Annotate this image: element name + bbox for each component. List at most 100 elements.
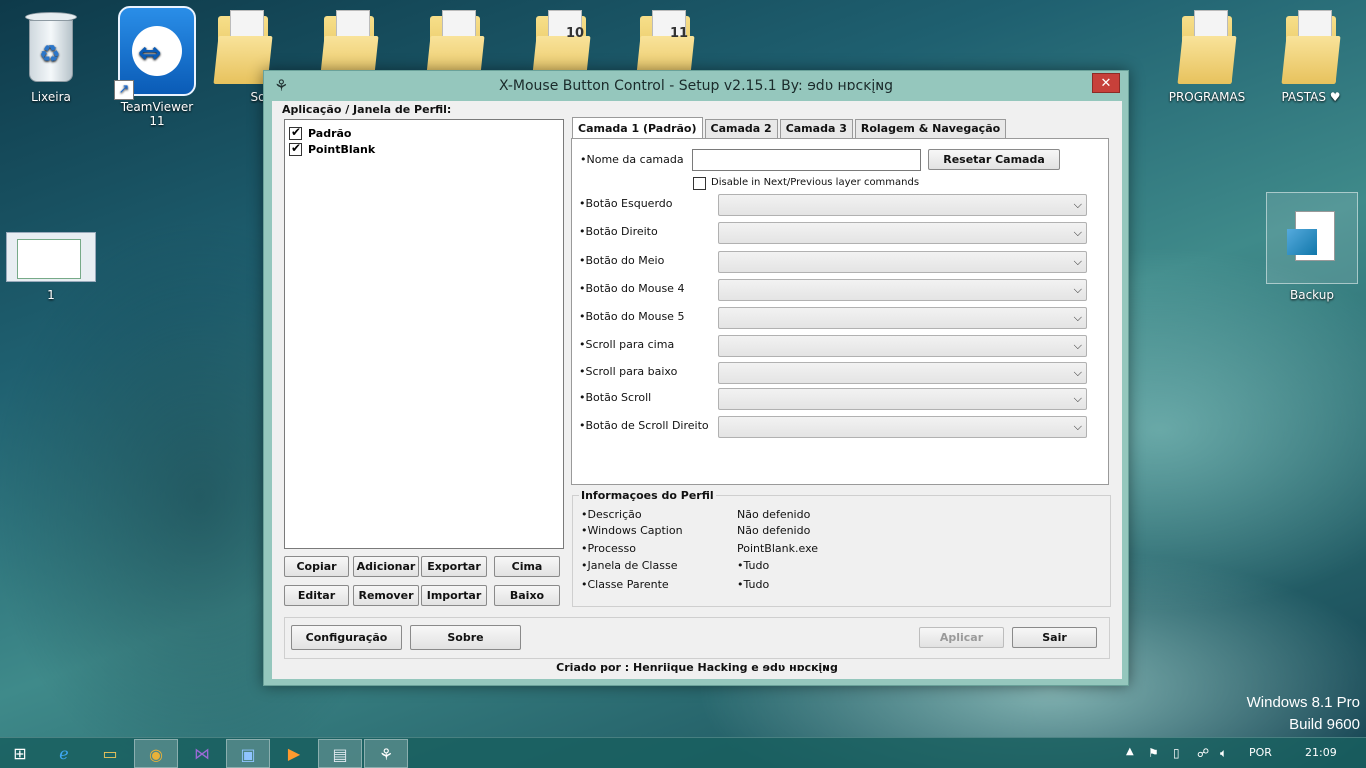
desktop-icon-thumbnail[interactable]: 1 — [6, 232, 96, 302]
chevron-down-icon: ⌵ — [1073, 283, 1082, 296]
select-scroll-up[interactable]: ⌵ — [718, 335, 1087, 357]
bottom-button-bar: Configuração Sobre Aplicar Sair — [284, 617, 1110, 659]
info-value-process: PointBlank.exe — [737, 542, 819, 555]
label-scroll-button: •Botão Scroll — [579, 391, 652, 404]
chevron-down-icon: ⌵ — [1073, 226, 1082, 239]
profile-checkbox-pointblank[interactable] — [289, 141, 302, 156]
xmouse-window: ⚘ X-Mouse Button Control - Setup v2.15.1… — [263, 70, 1129, 686]
taskbar-vb-app[interactable]: ▣ — [226, 739, 270, 768]
import-button[interactable]: Importar — [421, 585, 487, 606]
desktop-icon-pastas[interactable]: PASTAS ♥ — [1266, 6, 1356, 104]
list-item[interactable]: Padrão — [285, 125, 563, 141]
info-label-window-class: •Janela de Classe — [581, 559, 678, 572]
add-button[interactable]: Adicionar — [353, 556, 419, 577]
select-scroll-right-button[interactable]: ⌵ — [718, 416, 1087, 438]
window-client: Aplicação / Janela de Perfil: Padrão Poi… — [272, 101, 1122, 679]
info-label-parent-class: •Classe Parente — [581, 578, 669, 591]
layer-panel: •Nome da camada Resetar Camada Disable i… — [571, 138, 1109, 485]
taskbar-media-player[interactable]: ▶ — [272, 739, 316, 768]
tab-camada-1[interactable]: Camada 1 (Padrão) — [572, 117, 703, 138]
settings-button[interactable]: Configuração — [291, 625, 402, 650]
profile-label: PointBlank — [308, 142, 376, 156]
label-left-button: •Botão Esquerdo — [579, 197, 673, 210]
chrome-icon: ◉ — [149, 745, 163, 764]
profile-info-box: Informaçoes do Perfil •Descrição Não def… — [572, 489, 1111, 607]
info-value-window-class: •Tudo — [737, 559, 770, 572]
tab-camada-3[interactable]: Camada 3 — [779, 119, 853, 138]
move-down-button[interactable]: Baixo — [494, 585, 560, 606]
taskbar-chrome[interactable]: ◉ — [134, 739, 178, 768]
select-left-button[interactable]: ⌵ — [718, 194, 1087, 216]
exit-button[interactable]: Sair — [1012, 627, 1097, 648]
info-value-caption: Não defenido — [737, 524, 811, 537]
profile-list[interactable]: Padrão PointBlank — [284, 119, 564, 549]
select-mouse4-button[interactable]: ⌵ — [718, 279, 1087, 301]
label-scroll-down: •Scroll para baixo — [579, 365, 678, 378]
select-middle-button[interactable]: ⌵ — [718, 251, 1087, 273]
close-button[interactable]: ✕ — [1092, 73, 1120, 93]
layer-name-label: •Nome da camada — [580, 153, 684, 166]
chevron-down-icon: ⌵ — [1073, 392, 1082, 405]
tab-rolagem-navegacao[interactable]: Rolagem & Navegação — [854, 119, 1007, 138]
info-label-caption: •Windows Caption — [581, 524, 683, 537]
list-item[interactable]: PointBlank — [285, 141, 563, 157]
power-icon[interactable]: ▯ — [1173, 746, 1180, 760]
desktop-icon-backup[interactable]: Backup — [1265, 192, 1359, 302]
xmouse-app-icon: ⚘ — [378, 745, 394, 764]
folder-badge: 11 — [670, 26, 689, 41]
chevron-down-icon: ⌵ — [1073, 420, 1082, 433]
network-icon[interactable]: ☍ — [1197, 746, 1209, 760]
copy-button[interactable]: Copiar — [284, 556, 349, 577]
export-button[interactable]: Exportar — [421, 556, 487, 577]
info-value-parent-class: •Tudo — [737, 578, 770, 591]
select-scroll-button[interactable]: ⌵ — [718, 388, 1087, 410]
desktop-icon-teamviewer[interactable]: ⇔ ↗ TeamViewer 11 — [112, 6, 202, 128]
label-scroll-right-button: •Botão de Scroll Direito — [579, 419, 709, 432]
clock[interactable]: 21:09 — [1305, 746, 1337, 759]
disable-layer-checkbox[interactable] — [693, 177, 706, 190]
label-right-button: •Botão Direito — [579, 225, 658, 238]
credits-text: Criado por : Henriique Hacking e ɘdʋ ʜɒc… — [556, 661, 838, 674]
watermark-build: Build 9600 — [1289, 716, 1360, 733]
desktop-icon-label: PROGRAMAS — [1168, 90, 1246, 104]
taskbar-ie[interactable]: ℯ — [42, 739, 86, 768]
label-scroll-up: •Scroll para cima — [579, 338, 675, 351]
file-explorer-icon: ▭ — [102, 744, 118, 763]
desktop-icon-recycle-bin[interactable]: ♻ Lixeira — [6, 6, 96, 104]
desktop-icon-programas[interactable]: PROGRAMAS — [1162, 6, 1252, 104]
select-scroll-down[interactable]: ⌵ — [718, 362, 1087, 384]
start-button[interactable]: ⊞ — [0, 739, 40, 768]
about-button[interactable]: Sobre — [410, 625, 521, 650]
remove-button[interactable]: Remover — [353, 585, 419, 606]
tab-camada-2[interactable]: Camada 2 — [704, 119, 778, 138]
select-right-button[interactable]: ⌵ — [718, 222, 1087, 244]
layer-name-input[interactable] — [692, 149, 921, 171]
taskbar: ⊞ ℯ ▭ ◉ ⋈ ▣ ▶ ▤ ⚘ ▲ ⚑ ▯ ☍ 🔈︎ POR 21:09 — [0, 737, 1366, 768]
label-mouse4-button: •Botão do Mouse 4 — [579, 282, 685, 295]
visual-studio-icon: ⋈ — [194, 744, 210, 763]
taskbar-xmouse[interactable]: ⚘ — [364, 739, 408, 768]
edit-button[interactable]: Editar — [284, 585, 349, 606]
select-mouse5-button[interactable]: ⌵ — [718, 307, 1087, 329]
action-center-flag-icon[interactable]: ⚑ — [1148, 746, 1159, 760]
vb-app-icon: ▣ — [240, 745, 256, 764]
profile-checkbox-padrao[interactable] — [289, 125, 302, 140]
teamviewer-icon: ⇔ ↗ — [114, 6, 196, 100]
chevron-down-icon: ⌵ — [1073, 339, 1082, 352]
reset-layer-button[interactable]: Resetar Camada — [928, 149, 1060, 170]
show-hidden-icons-icon[interactable]: ▲ — [1126, 746, 1134, 757]
move-up-button[interactable]: Cima — [494, 556, 560, 577]
profile-info-title: Informaçoes do Perfil — [579, 489, 716, 502]
taskbar-notepad[interactable]: ▤ — [318, 739, 362, 768]
profile-label: Padrão — [308, 126, 352, 140]
taskbar-explorer[interactable]: ▭ — [88, 739, 132, 768]
title-bar[interactable]: ⚘ X-Mouse Button Control - Setup v2.15.1… — [264, 71, 1128, 101]
desktop-icon-label: 1 — [47, 288, 55, 302]
taskbar-visual-studio[interactable]: ⋈ — [180, 739, 224, 768]
apply-button[interactable]: Aplicar — [919, 627, 1004, 648]
language-indicator[interactable]: POR — [1249, 746, 1272, 759]
volume-icon[interactable]: 🔈︎ — [1220, 746, 1227, 761]
info-label-description: •Descrição — [581, 508, 642, 521]
folder-icon — [1176, 6, 1238, 86]
chevron-down-icon: ⌵ — [1073, 198, 1082, 211]
